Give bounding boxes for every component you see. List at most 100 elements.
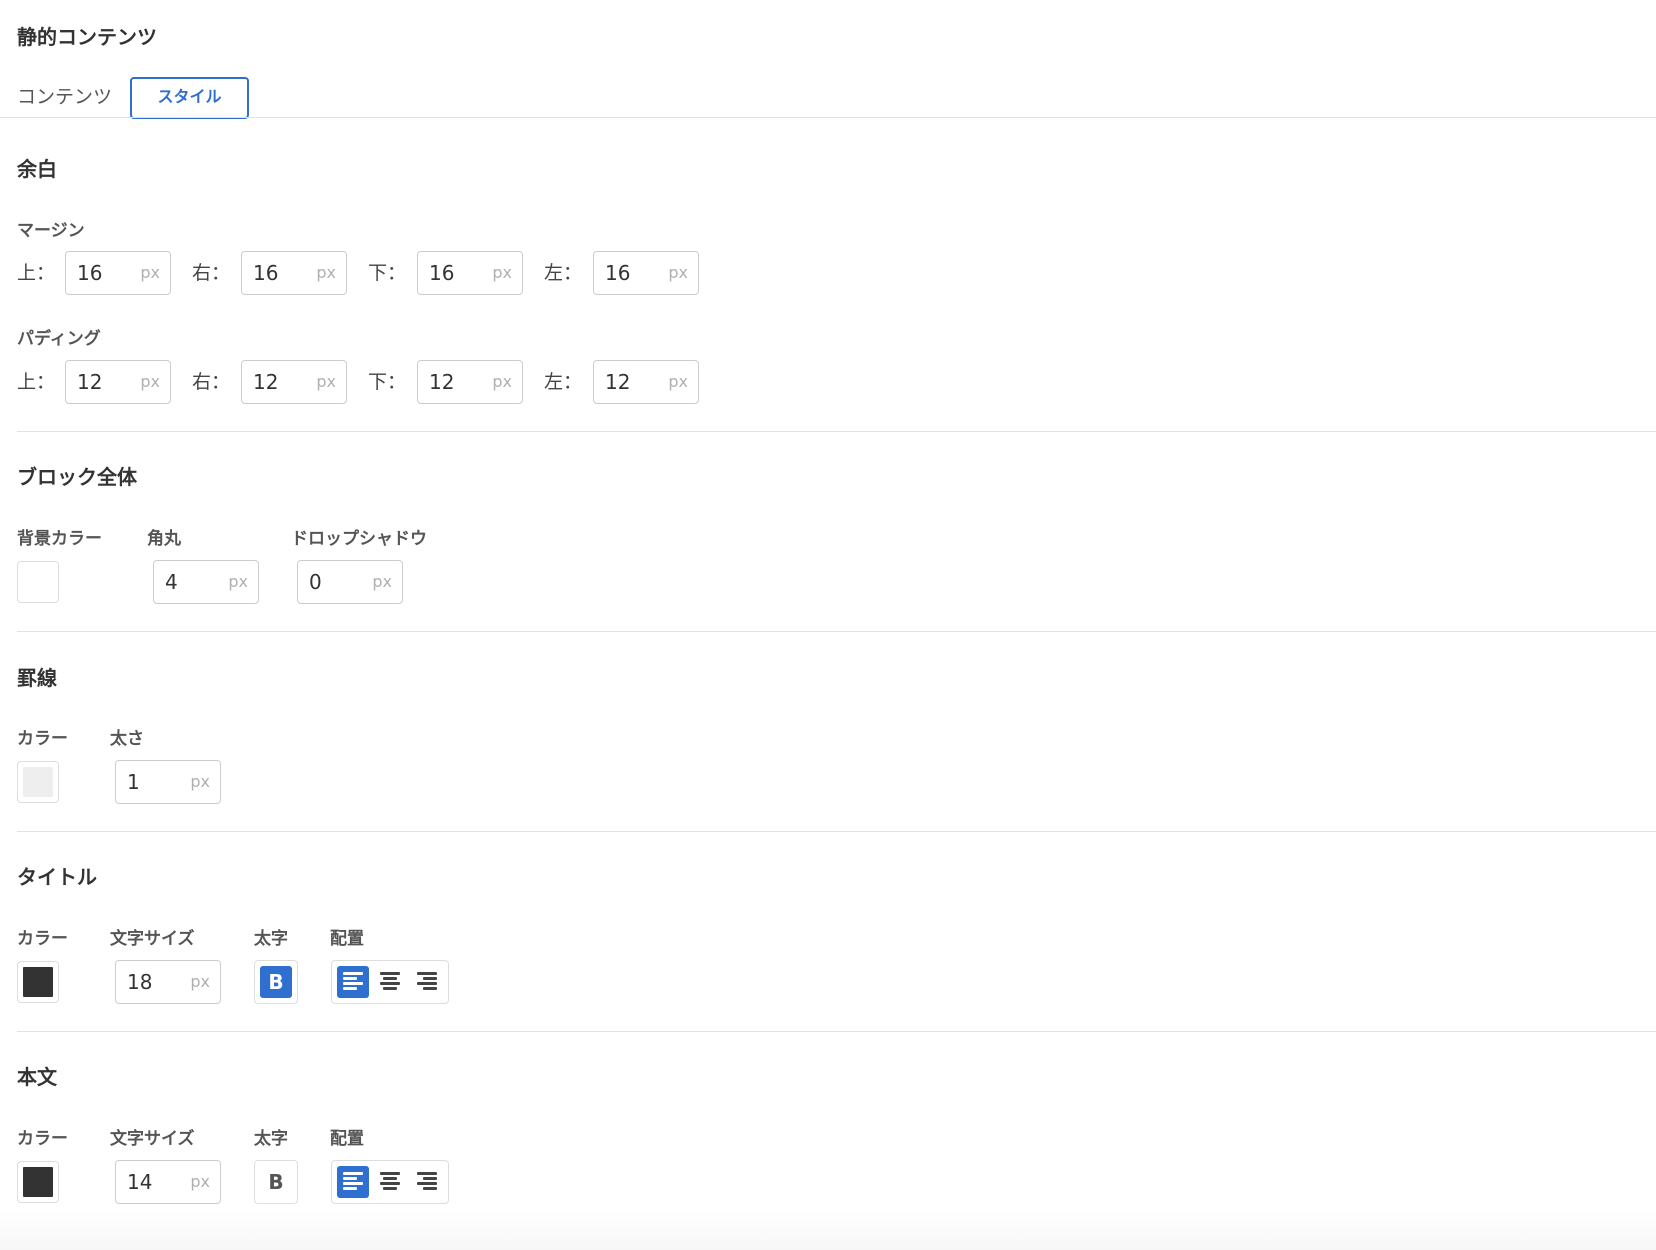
margin-right-value: 16	[253, 261, 279, 285]
align-center-icon	[380, 1172, 400, 1175]
section-divider	[17, 631, 1656, 632]
padding-right-value: 12	[253, 370, 279, 394]
margin-right-label: 右：	[192, 262, 231, 284]
padding-top-label: 上：	[17, 371, 56, 393]
body-size-value: 14	[127, 1170, 153, 1194]
padding-right-input[interactable]: 12 px	[241, 360, 347, 404]
align-right-icon	[417, 1172, 437, 1175]
margin-left-value: 16	[605, 261, 631, 285]
section-title-title: タイトル	[17, 865, 97, 889]
margin-bottom-label: 下：	[368, 262, 407, 284]
body-align-group[interactable]	[331, 1160, 449, 1204]
body-color-swatch[interactable]	[17, 1161, 59, 1203]
padding-label: パディング	[17, 329, 101, 349]
margin-top-label: 上：	[17, 262, 56, 284]
border-color-swatch[interactable]	[17, 761, 59, 803]
unit-label: px	[190, 1172, 210, 1191]
section-title-spacing: 余白	[17, 157, 57, 181]
title-color-label: カラー	[17, 929, 68, 949]
color-fill	[23, 767, 53, 797]
body-bold-label: 太字	[254, 1129, 288, 1149]
body-size-label: 文字サイズ	[110, 1129, 195, 1149]
margin-bottom-input[interactable]: 16 px	[417, 251, 523, 295]
title-bold-label: 太字	[254, 929, 288, 949]
title-align-group[interactable]	[331, 960, 449, 1004]
align-center-button[interactable]	[374, 1166, 406, 1198]
padding-bottom-input[interactable]: 12 px	[417, 360, 523, 404]
title-size-value: 18	[127, 970, 153, 994]
align-left-icon	[343, 982, 363, 985]
padding-left-label: 左：	[544, 371, 583, 393]
body-color-label: カラー	[17, 1129, 68, 1149]
margin-left-input[interactable]: 16 px	[593, 251, 699, 295]
padding-bottom-label: 下：	[368, 371, 407, 393]
section-title-block: ブロック全体	[17, 465, 137, 489]
unit-label: px	[316, 263, 336, 282]
title-size-input[interactable]: 18 px	[115, 960, 221, 1004]
body-size-input[interactable]: 14 px	[115, 1160, 221, 1204]
tab-content[interactable]: コンテンツ	[17, 77, 112, 117]
align-right-icon	[417, 972, 437, 975]
unit-label: px	[140, 372, 160, 391]
padding-left-input[interactable]: 12 px	[593, 360, 699, 404]
unit-label: px	[668, 372, 688, 391]
border-width-label: 太さ	[110, 729, 144, 749]
border-color-label: カラー	[17, 729, 68, 749]
margin-bottom-value: 16	[429, 261, 455, 285]
padding-left-value: 12	[605, 370, 631, 394]
bold-icon: B	[260, 966, 292, 998]
align-left-icon	[343, 1182, 363, 1185]
margin-label: マージン	[17, 221, 85, 241]
align-center-icon	[383, 977, 397, 980]
title-color-swatch[interactable]	[17, 961, 59, 1003]
border-width-value: 1	[127, 770, 140, 794]
unit-label: px	[668, 263, 688, 282]
section-divider	[17, 1031, 1656, 1032]
margin-top-input[interactable]: 16 px	[65, 251, 171, 295]
title-size-label: 文字サイズ	[110, 929, 195, 949]
unit-label: px	[492, 372, 512, 391]
unit-label: px	[190, 972, 210, 991]
block-shadow-input[interactable]: 0 px	[297, 560, 403, 604]
align-right-button[interactable]	[411, 1166, 443, 1198]
align-right-icon	[417, 1182, 437, 1185]
align-right-icon	[417, 982, 437, 985]
align-left-button[interactable]	[337, 966, 369, 998]
padding-bottom-value: 12	[429, 370, 455, 394]
margin-right-input[interactable]: 16 px	[241, 251, 347, 295]
body-align-label: 配置	[330, 1129, 364, 1149]
align-left-icon	[343, 987, 357, 990]
padding-top-input[interactable]: 12 px	[65, 360, 171, 404]
align-left-icon	[343, 1172, 363, 1175]
unit-label: px	[492, 263, 512, 282]
padding-top-value: 12	[77, 370, 103, 394]
title-align-label: 配置	[330, 929, 364, 949]
align-center-icon	[383, 1187, 397, 1190]
unit-label: px	[140, 263, 160, 282]
align-left-icon	[343, 1187, 357, 1190]
align-center-button[interactable]	[374, 966, 406, 998]
body-bold-toggle[interactable]: B	[254, 1160, 298, 1204]
align-left-button[interactable]	[337, 1166, 369, 1198]
align-left-icon	[343, 977, 357, 980]
unit-label: px	[228, 572, 248, 591]
border-width-input[interactable]: 1 px	[115, 760, 221, 804]
tab-style[interactable]: スタイル	[130, 77, 249, 119]
align-center-icon	[383, 987, 397, 990]
block-bg-color-swatch[interactable]	[17, 561, 59, 603]
block-radius-value: 4	[165, 570, 178, 594]
color-fill	[23, 967, 53, 997]
align-right-icon	[423, 1187, 437, 1190]
padding-right-label: 右：	[192, 371, 231, 393]
unit-label: px	[372, 572, 392, 591]
align-center-icon	[380, 982, 400, 985]
align-right-button[interactable]	[411, 966, 443, 998]
margin-left-label: 左：	[544, 262, 583, 284]
block-radius-input[interactable]: 4 px	[153, 560, 259, 604]
unit-label: px	[190, 772, 210, 791]
section-divider	[17, 831, 1656, 832]
tab-divider	[0, 117, 1656, 118]
title-bold-toggle[interactable]: B	[254, 960, 298, 1004]
section-title-body: 本文	[17, 1065, 57, 1089]
align-right-icon	[423, 1177, 437, 1180]
